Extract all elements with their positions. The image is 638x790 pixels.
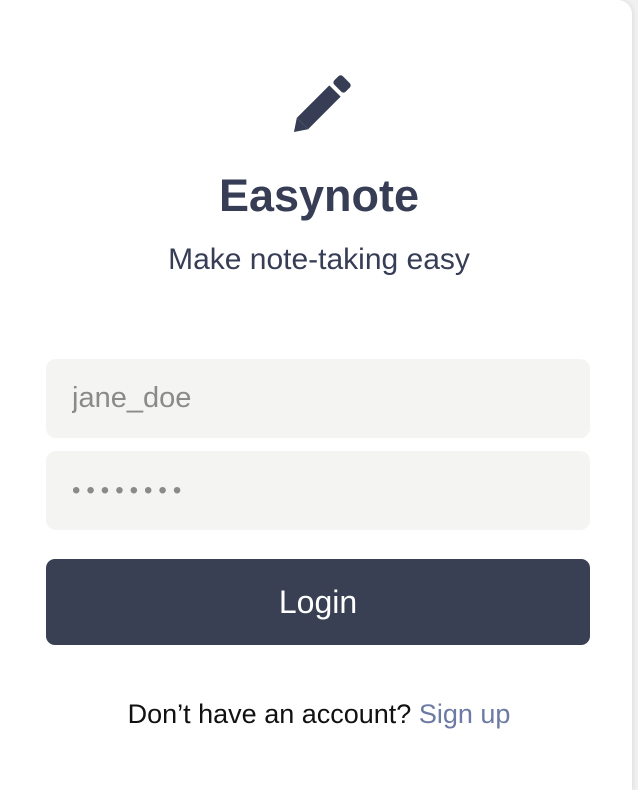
signup-prompt-row: Don’t have an account? Sign up [0,696,638,732]
username-field[interactable] [46,359,590,438]
signup-prompt-text: Don’t have an account? [127,699,419,729]
app-title: Easynote [218,170,420,221]
login-card: Easynote Make note-taking easy Login Don… [0,0,632,790]
password-input[interactable] [72,476,564,505]
login-button[interactable]: Login [46,559,590,645]
password-field[interactable] [46,451,590,530]
username-input[interactable] [72,382,564,415]
pencil-icon [293,75,351,133]
app-tagline: Make note-taking easy [168,243,470,276]
signup-link[interactable]: Sign up [419,699,511,729]
